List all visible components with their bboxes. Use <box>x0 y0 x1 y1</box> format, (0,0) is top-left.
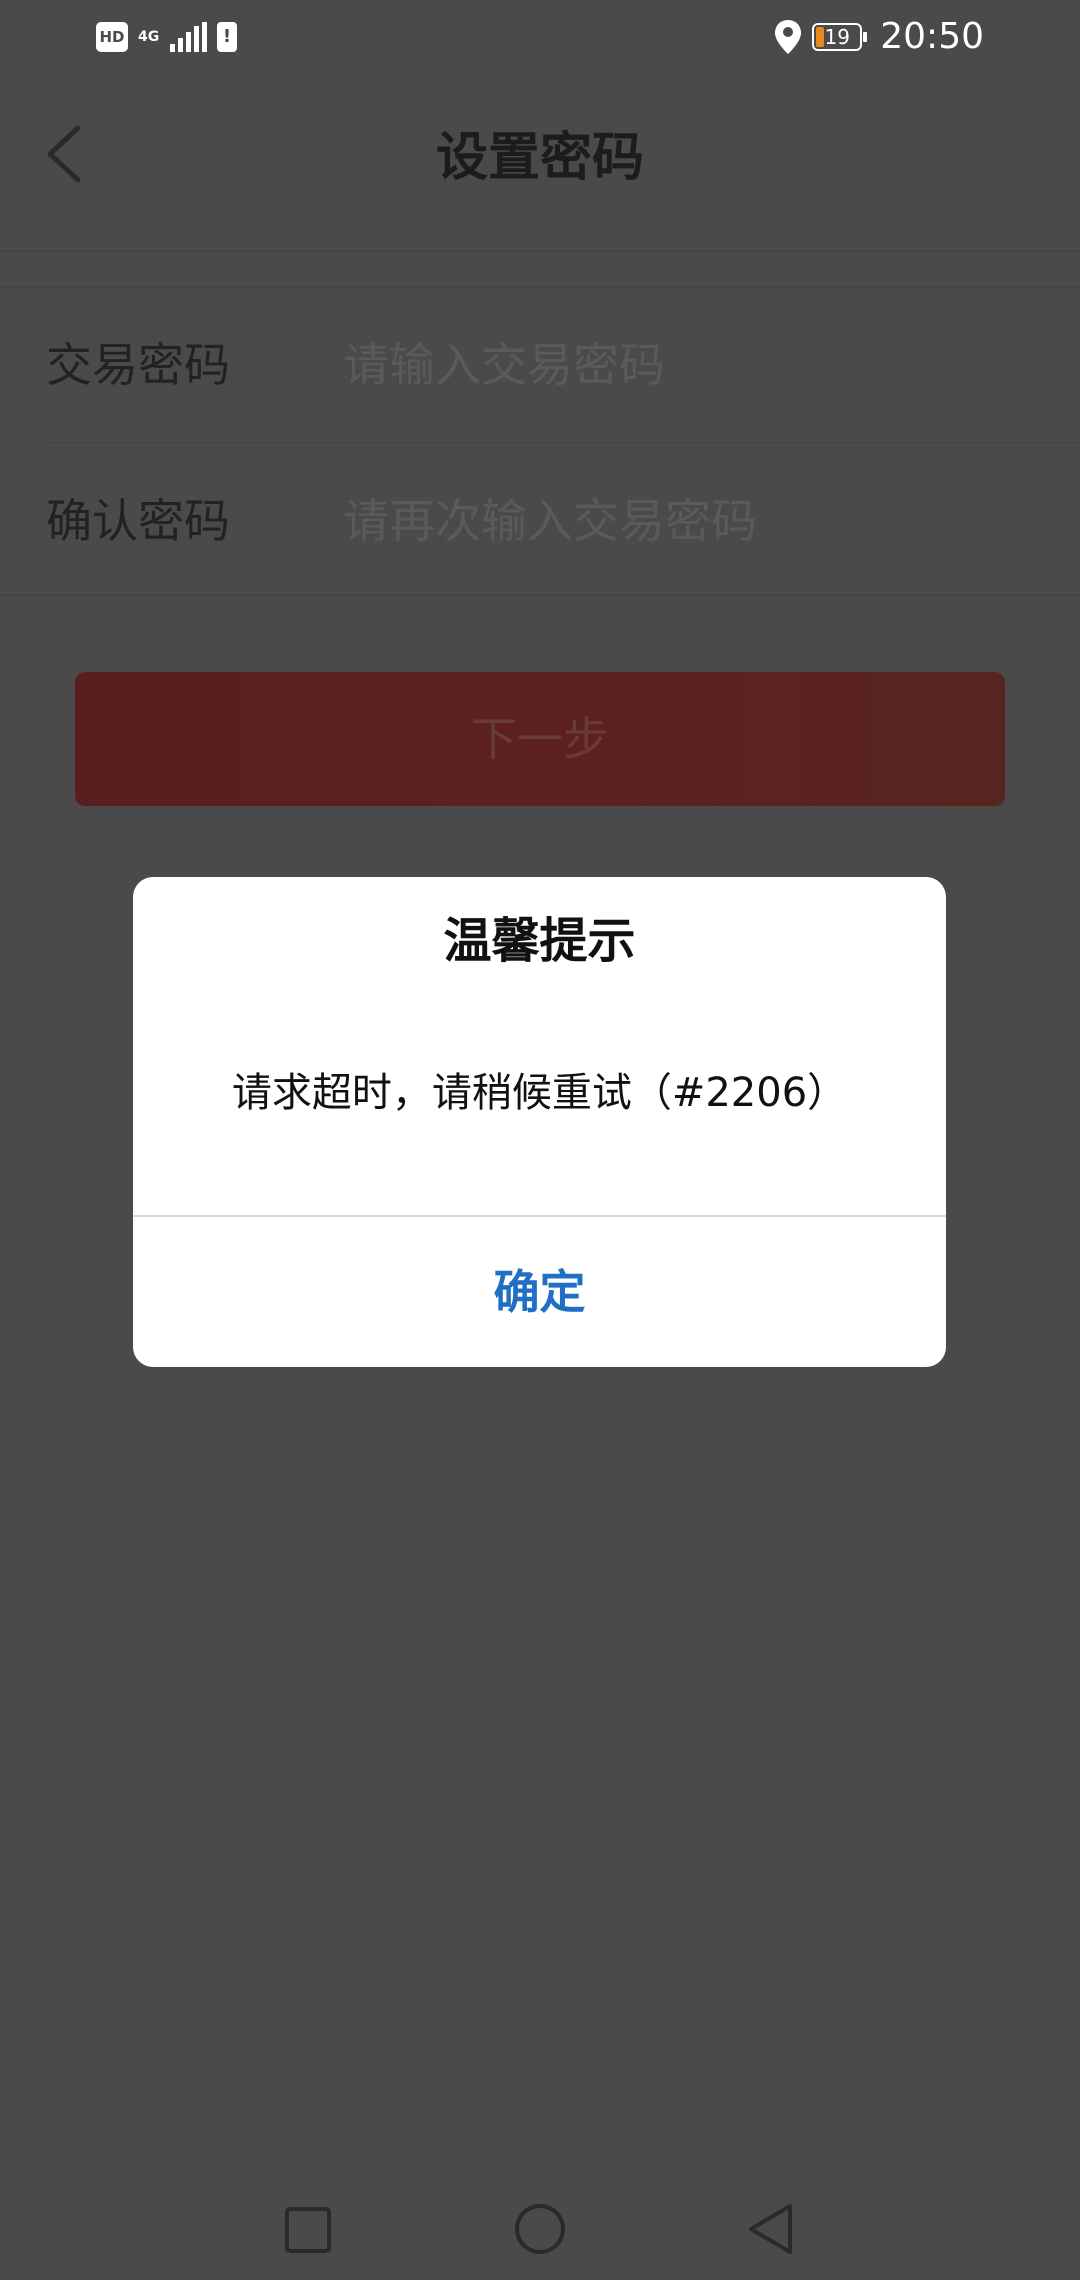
confirm-button[interactable]: 确定 <box>133 1217 946 1367</box>
status-bar-left: HD 4G ! <box>96 18 237 56</box>
battery-icon: 19 <box>812 23 868 51</box>
alert-icon: ! <box>217 22 237 52</box>
password-form: 交易密码 确认密码 <box>0 286 1080 596</box>
network-type-label: 4G <box>138 29 160 45</box>
trade-password-label: 交易密码 <box>46 338 230 392</box>
next-step-button[interactable]: 下一步 <box>75 672 1005 806</box>
dialog-message: 请求超时，请稍候重试（#2206） <box>231 1070 848 1116</box>
set-password-screen: HD 4G ! 19 20:50 设置密码 交易密码 确认密码 下一步 温馨提示… <box>0 0 1080 2280</box>
recents-square-icon <box>285 2207 331 2253</box>
system-nav-bar <box>0 2172 1080 2280</box>
hd-icon: HD <box>96 22 128 52</box>
nav-back-button[interactable] <box>735 2194 805 2264</box>
recents-button[interactable] <box>272 2194 342 2264</box>
status-bar: HD 4G ! 19 20:50 <box>0 0 1080 74</box>
page-title: 设置密码 <box>435 128 644 188</box>
confirm-password-row: 确认密码 <box>46 444 1080 598</box>
home-button[interactable] <box>505 2194 575 2264</box>
clock: 20:50 <box>880 16 984 57</box>
status-bar-right: 19 20:50 <box>774 14 984 60</box>
battery-level-fill <box>816 27 825 47</box>
battery-level-text: 19 <box>824 25 850 49</box>
dialog-title: 温馨提示 <box>443 913 636 969</box>
confirm-password-input[interactable] <box>343 484 1033 558</box>
confirm-password-label: 确认密码 <box>46 494 230 548</box>
back-triangle-icon <box>749 2204 792 2254</box>
home-circle-icon <box>515 2204 565 2254</box>
location-icon <box>775 20 802 54</box>
trade-password-input[interactable] <box>343 328 1033 402</box>
alert-dialog: 温馨提示 请求超时，请稍候重试（#2206） 确定 <box>133 877 946 1367</box>
trade-password-row: 交易密码 <box>46 288 1080 444</box>
title-bar: 设置密码 <box>0 74 1080 252</box>
signal-icon <box>170 22 207 52</box>
